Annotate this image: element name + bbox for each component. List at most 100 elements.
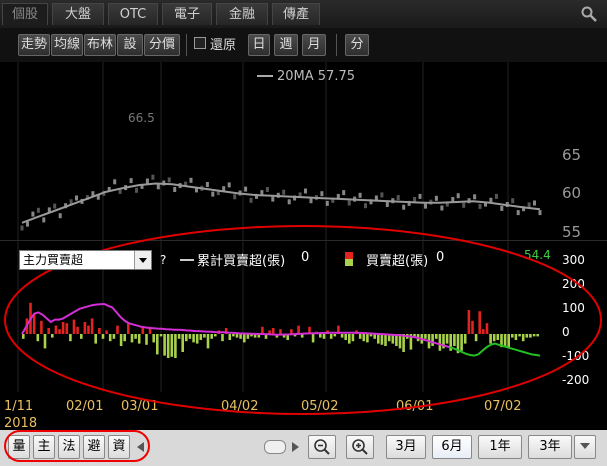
net-bar bbox=[123, 334, 126, 342]
net-bar bbox=[445, 334, 449, 344]
net-bar bbox=[228, 334, 232, 340]
tab-stock[interactable]: 個股 bbox=[2, 3, 48, 25]
candle bbox=[173, 187, 177, 192]
candle bbox=[58, 213, 62, 219]
net-bar bbox=[185, 334, 188, 342]
hedge-button[interactable]: 避 bbox=[83, 435, 105, 459]
net-bar bbox=[319, 334, 322, 338]
net-bar bbox=[116, 325, 119, 334]
tab-finance[interactable]: 金融 bbox=[216, 3, 268, 25]
period-week-button[interactable]: 週 bbox=[274, 34, 298, 56]
x-tick: 02/01 bbox=[66, 399, 103, 414]
tab-electronics[interactable]: 電子 bbox=[162, 3, 212, 25]
zoom-icon[interactable] bbox=[581, 6, 597, 22]
net-bar bbox=[232, 334, 235, 337]
net-bar bbox=[460, 334, 463, 351]
net-bar bbox=[438, 334, 442, 351]
cumulative-line-negative bbox=[449, 342, 541, 357]
trend-button[interactable]: 走勢 bbox=[18, 34, 50, 56]
net-bar bbox=[529, 334, 532, 338]
candle bbox=[478, 203, 482, 209]
candle bbox=[494, 193, 498, 199]
net-bar bbox=[47, 328, 50, 334]
period-month-button[interactable]: 月 bbox=[302, 34, 326, 56]
scroll-right-icon[interactable] bbox=[292, 442, 300, 452]
candle bbox=[424, 203, 427, 209]
net-bar bbox=[243, 334, 246, 343]
net-bar bbox=[61, 322, 65, 334]
candle bbox=[227, 182, 231, 188]
price-tick: 55 bbox=[562, 223, 581, 241]
candle bbox=[249, 197, 253, 203]
range-6m-button[interactable]: 6月 bbox=[432, 435, 472, 459]
zoom-in-button[interactable] bbox=[346, 435, 374, 459]
net-bar bbox=[507, 334, 510, 349]
zoom-out-button[interactable] bbox=[308, 435, 336, 459]
net-bar bbox=[521, 334, 525, 342]
net-bar bbox=[43, 334, 47, 349]
net-bar bbox=[435, 334, 438, 339]
candle bbox=[533, 200, 536, 206]
net-bar bbox=[221, 334, 224, 342]
tab-market[interactable]: 大盤 bbox=[52, 3, 104, 25]
net-bar bbox=[377, 334, 380, 344]
net-bar bbox=[119, 334, 123, 346]
net-bar bbox=[94, 334, 97, 344]
candle bbox=[211, 191, 215, 197]
scroll-thumb[interactable] bbox=[264, 440, 286, 454]
ma-button[interactable]: 均線 bbox=[51, 34, 83, 56]
net-bar bbox=[40, 320, 43, 334]
candle bbox=[516, 210, 520, 216]
net-bar bbox=[199, 334, 203, 340]
net-bar bbox=[340, 334, 344, 338]
net-bar bbox=[51, 334, 54, 338]
x-tick: 05/02 bbox=[301, 399, 338, 414]
margin-button[interactable]: 資 bbox=[108, 435, 130, 459]
scroll-left-icon[interactable] bbox=[137, 442, 145, 452]
bollinger-button[interactable]: 布林 bbox=[84, 34, 116, 56]
net-bar bbox=[297, 325, 300, 334]
net-bar bbox=[174, 334, 177, 358]
net-bar bbox=[87, 325, 90, 334]
net-bar bbox=[112, 334, 116, 339]
candle bbox=[233, 194, 237, 200]
candle bbox=[402, 204, 406, 210]
net-bar bbox=[474, 334, 478, 342]
net-bar bbox=[489, 334, 492, 344]
net-bar bbox=[72, 319, 76, 334]
price-tick: 60 bbox=[562, 184, 581, 202]
net-bar bbox=[98, 328, 101, 334]
net-bar bbox=[69, 334, 72, 342]
range-dropdown-button[interactable] bbox=[574, 435, 596, 459]
range-3m-button[interactable]: 3月 bbox=[386, 435, 426, 459]
indicator-selector-value: 主力買賣超 bbox=[23, 253, 84, 267]
net-bar bbox=[413, 334, 416, 337]
net-bar bbox=[134, 334, 137, 339]
main-force-button[interactable]: 主 bbox=[33, 435, 55, 459]
range-3y-button[interactable]: 3年 bbox=[528, 435, 572, 459]
indicator-tick: -200 bbox=[562, 373, 589, 387]
period-day-button[interactable]: 日 bbox=[248, 34, 270, 56]
chevron-down-icon[interactable] bbox=[134, 251, 151, 269]
candle bbox=[156, 184, 160, 190]
tab-traditional[interactable]: 傳產 bbox=[272, 3, 320, 25]
net-bar bbox=[525, 334, 529, 338]
minute-button[interactable]: 分 bbox=[345, 34, 369, 56]
net-bar bbox=[137, 334, 141, 344]
candle bbox=[434, 195, 438, 201]
net-bar bbox=[358, 334, 362, 339]
stock-chart-app: 個股 大盤 OTC 電子 金融 傳產 走勢 均線 布林 設 分價 日 週 月 分… bbox=[0, 0, 607, 466]
net-bar bbox=[478, 311, 481, 334]
net-bar bbox=[163, 334, 166, 356]
help-icon[interactable]: ? bbox=[160, 253, 166, 267]
institution-button[interactable]: 法 bbox=[58, 435, 80, 459]
indicator-selector[interactable]: 主力買賣超 bbox=[19, 250, 152, 270]
volume-button[interactable]: 量 bbox=[8, 435, 30, 459]
range-1y-button[interactable]: 1年 bbox=[478, 435, 522, 459]
restore-checkbox[interactable] bbox=[194, 37, 206, 49]
price-distribution-button[interactable]: 分價 bbox=[144, 34, 180, 56]
settings-button[interactable]: 設 bbox=[117, 34, 143, 56]
net-bar bbox=[514, 334, 518, 340]
candle bbox=[413, 197, 417, 202]
tab-otc[interactable]: OTC bbox=[108, 3, 158, 25]
